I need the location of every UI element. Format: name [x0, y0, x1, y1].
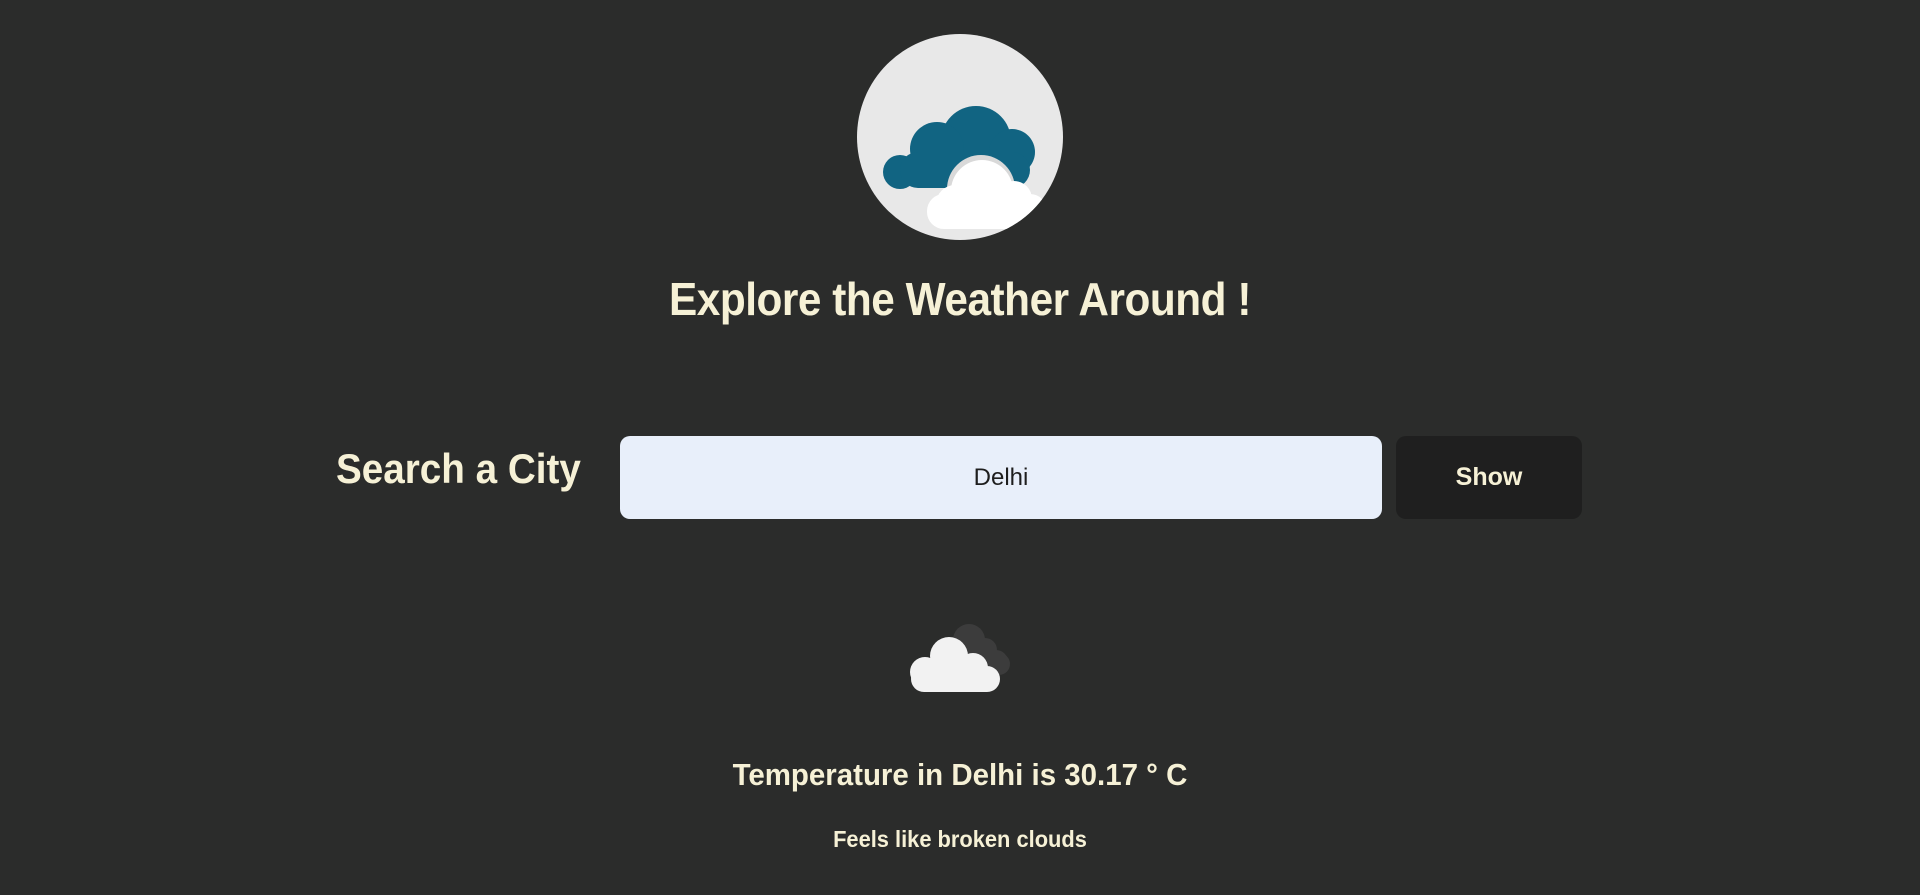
show-button[interactable]: Show: [1396, 436, 1582, 519]
weather-app: Explore the Weather Around ! Search a Ci…: [0, 0, 1920, 895]
cloud-logo-icon: [857, 34, 1063, 240]
search-label: Search a City: [336, 445, 581, 492]
temperature-unit: ° C: [1146, 757, 1188, 792]
city-search-input[interactable]: [620, 436, 1382, 519]
page-title: Explore the Weather Around !: [668, 273, 1252, 325]
temperature-city: Delhi: [951, 757, 1024, 792]
temperature-prefix: Temperature in: [732, 757, 944, 792]
weather-description: broken clouds: [937, 826, 1087, 852]
temperature-text: Temperature in Delhi is 30.17 ° C: [48, 757, 1872, 793]
feels-like-prefix: Feels like: [833, 826, 932, 852]
feels-like-text: Feels like broken clouds: [48, 826, 1872, 853]
temperature-mid: is: [1031, 757, 1057, 792]
broken-clouds-icon: [905, 620, 1015, 694]
temperature-value: 30.17: [1064, 757, 1138, 792]
